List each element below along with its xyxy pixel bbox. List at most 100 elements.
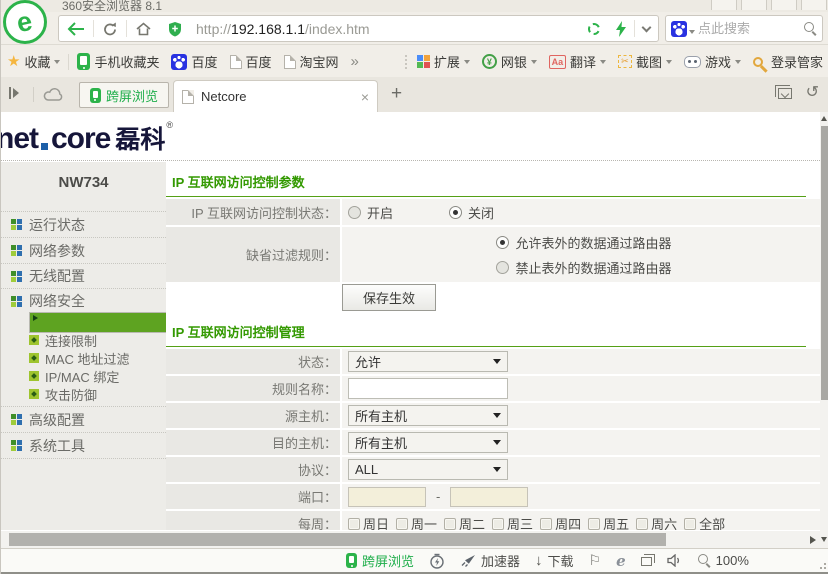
sidebar-item-advanced-config[interactable]: 高级配置 [1,407,166,433]
weekday-checkbox-all[interactable] [684,518,696,530]
url-text[interactable]: http://192.168.1.1/index.htm [190,21,580,37]
weekday-checkbox-thu[interactable] [540,518,552,530]
url-scheme: http:// [196,21,231,37]
search-input[interactable] [698,21,804,36]
bookmarks-overflow-button[interactable]: » [345,51,365,73]
cloud-sync-icon[interactable] [43,87,64,107]
search-box[interactable] [665,15,823,42]
address-dropdown-button[interactable] [635,16,658,41]
reopen-closed-tab-button[interactable]: ↺ [806,85,819,101]
home-icon [135,21,152,36]
weekday-checkbox-mon[interactable] [396,518,408,530]
radio-deny[interactable] [496,261,509,274]
search-engine-dropdown-icon[interactable] [689,30,695,34]
bookmarks-bar: ★ 收藏 手机收藏夹 百度 百度 淘宝网 » 扩展 [1,46,828,77]
sidebar-item-wireless-config[interactable]: 无线配置 [1,264,166,289]
sidebar-item-access-control[interactable]: 访问控制 [1,313,166,331]
speed-boost-icon[interactable] [608,16,634,41]
rule-name-input[interactable] [348,378,508,399]
bookmark-mobile-favorites[interactable]: 手机收藏夹 [71,51,165,73]
new-tab-button[interactable]: + [391,83,402,105]
sidebar-item-network-security[interactable]: 网络安全 [1,289,166,313]
radio-enable[interactable] [348,206,361,219]
tab-list-button[interactable] [778,88,792,99]
status-select[interactable]: 允许 [348,351,508,372]
zoom-control[interactable]: 100% [698,553,749,568]
section-title-manage: IP 互联网访问控制管理 [166,312,806,347]
scroll-up-arrow-icon[interactable] [821,116,827,121]
weekday-checkbox-sat[interactable] [636,518,648,530]
weekday-checkbox-tue[interactable] [444,518,456,530]
screenshot-button[interactable]: ✂ 截图 [612,51,678,73]
compatibility-mode-icon[interactable]: e [616,552,626,570]
sidebar-toggle-icon[interactable] [9,87,19,99]
scroll-down-arrow-icon[interactable] [821,537,827,542]
search-engine-icon[interactable] [671,21,687,37]
resize-grip[interactable] [818,561,826,569]
games-button[interactable]: 游戏 [678,51,747,73]
tab-title: Netcore [201,89,247,104]
tab-close-icon[interactable]: × [361,89,369,105]
search-icon[interactable] [804,22,817,35]
restore-window-icon[interactable] [641,555,652,566]
sidebar-group-network-security: 网络安全 访问控制 连接限制 MAC 地址过滤 [1,289,166,407]
report-flag-icon[interactable]: ⚐ [589,552,602,569]
status-bar: 跨屏浏览 加速器 ↓ 下载 ⚐ e 100% [1,548,828,574]
port-to-input[interactable] [450,487,528,507]
scroll-right-arrow-icon[interactable] [810,536,816,544]
weekday-checkbox-wed[interactable] [492,518,504,530]
horizontal-scrollbar[interactable] [1,530,820,548]
site-safety-icon[interactable] [160,16,190,41]
bookmark-baidu-2[interactable]: 百度 [224,51,278,73]
download-arrow-icon: ↓ [535,552,543,569]
port-from-input[interactable] [348,487,426,507]
translate-button[interactable]: Aa 翻译 [543,51,612,73]
extensions-button[interactable]: 扩展 [411,51,476,73]
browser-logo-icon[interactable]: e [3,0,47,44]
home-button[interactable] [127,16,160,41]
network-speed-button[interactable] [429,553,445,569]
url-host: 192.168.1.1 [231,21,305,37]
online-banking-button[interactable]: ¥ 网银 [476,51,543,73]
radio-allow[interactable] [496,236,509,249]
refresh-button[interactable] [94,16,126,41]
dest-host-select[interactable]: 所有主机 [348,432,508,453]
source-host-select[interactable]: 所有主机 [348,405,508,426]
weekday-checkbox-fri[interactable] [588,518,600,530]
cross-screen-browse-button[interactable]: 跨屏浏览 [79,82,169,108]
bookmark-taobao[interactable]: 淘宝网 [278,51,345,73]
sidebar-item-network-params[interactable]: 网络参数 [1,238,166,264]
sidebar-item-attack-defense[interactable]: 攻击防御 [1,385,166,403]
favorites-menu[interactable]: ★ 收藏 [1,51,66,73]
gamepad-icon [684,56,701,68]
vertical-scrollbar-thumb[interactable] [821,126,828,400]
weekday-checkbox-sun[interactable] [348,518,360,530]
mute-button[interactable] [667,554,683,567]
page-header: net core 磊科 ® [1,112,820,161]
back-button[interactable] [59,16,93,41]
snapshot-icon[interactable] [580,16,608,41]
sidebar-item-system-tools[interactable]: 系统工具 [1,433,166,459]
horizontal-scrollbar-thumb[interactable] [9,533,666,546]
menu-grid-icon [11,414,22,425]
download-button[interactable]: ↓ 下载 [535,551,574,570]
window-controls[interactable] [707,0,827,10]
radio-disable[interactable] [449,206,462,219]
accelerator-button[interactable]: 加速器 [460,551,520,570]
bookmark-baidu[interactable]: 百度 [165,51,223,73]
sidebar-item-running-status[interactable]: 运行状态 [1,212,166,238]
form-row-dst-host: 目的主机： 所有主机 [166,430,820,455]
refresh-icon [102,21,118,37]
zoom-icon [698,554,711,567]
address-bar[interactable]: http://192.168.1.1/index.htm [58,15,659,42]
sidebar-item-ip-mac-binding[interactable]: IP/MAC 绑定 [1,367,166,385]
protocol-select[interactable]: ALL [348,459,508,480]
sidebar-menu: NW734 运行状态 网络参数 无线配置 网络安全 [1,162,166,530]
save-button[interactable]: 保存生效 [342,284,436,311]
sidebar-item-connection-limit[interactable]: 连接限制 [1,331,166,349]
vertical-scrollbar[interactable] [820,112,828,548]
sidebar-item-mac-filter[interactable]: MAC 地址过滤 [1,349,166,367]
login-manager-button[interactable]: 登录管家 [747,51,828,73]
statusbar-cross-screen-button[interactable]: 跨屏浏览 [346,551,414,570]
tab-netcore[interactable]: Netcore × [173,80,378,112]
